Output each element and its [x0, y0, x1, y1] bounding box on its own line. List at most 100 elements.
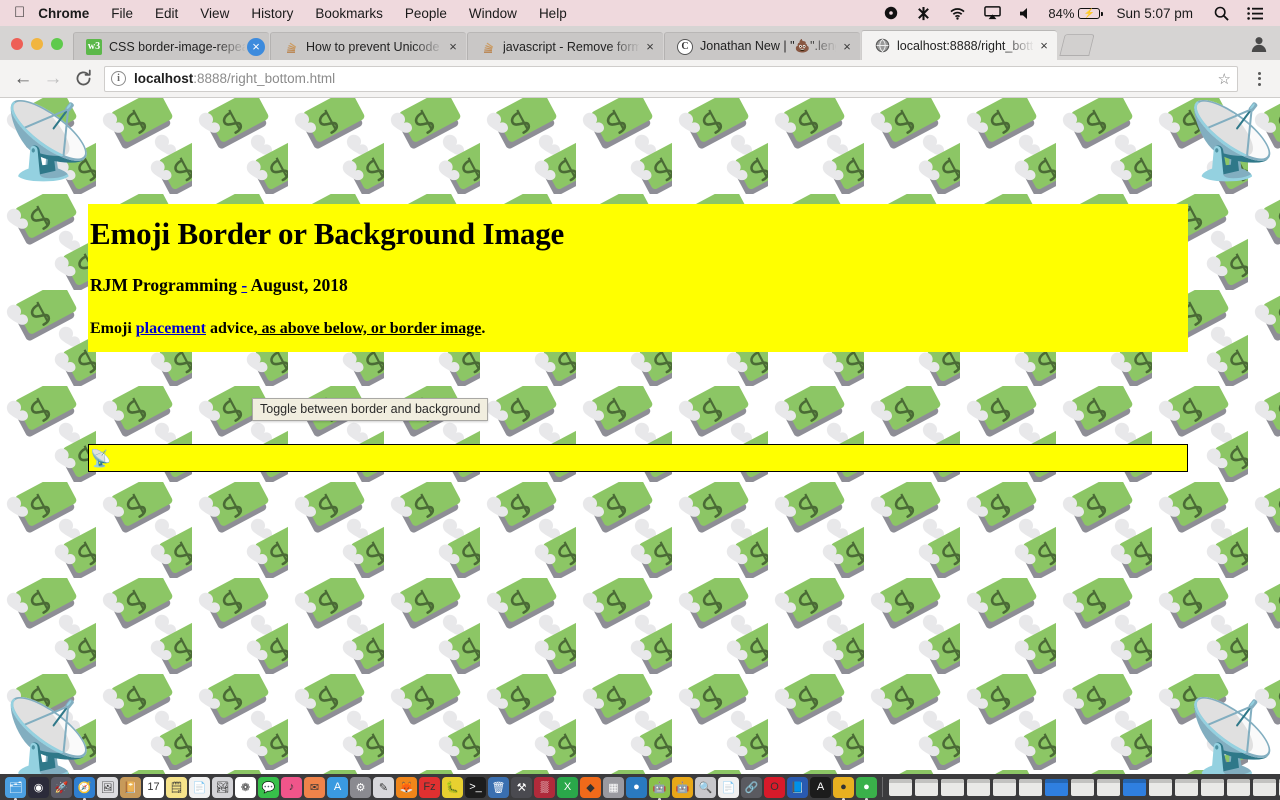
dock-icon-dbase[interactable]: ▒ — [534, 776, 555, 798]
dock-icon-textedit[interactable]: 📄 — [189, 776, 210, 798]
dock-icon-document-app[interactable]: 📄 — [718, 776, 739, 798]
dock-icon-terminal[interactable]: >_ — [465, 776, 486, 798]
dock-minimized-window[interactable] — [1096, 778, 1120, 796]
dock-icon-contacts[interactable]: 📔 — [120, 776, 141, 798]
dock-icon-firefox[interactable]: 🦊 — [396, 776, 417, 798]
forward-arrow-icon[interactable]: → — [38, 64, 68, 94]
reload-icon[interactable] — [68, 64, 98, 94]
dock-icon-itunes[interactable]: ♪ — [281, 776, 302, 798]
record-dot-icon[interactable] — [875, 6, 907, 20]
tab-close-button[interactable]: × — [838, 38, 856, 56]
back-arrow-icon[interactable]: ← — [8, 64, 38, 94]
dock-icon-preview[interactable]: 🖼 — [97, 776, 118, 798]
menu-item-help[interactable]: Help — [528, 6, 578, 21]
dock-minimized-window[interactable] — [1070, 778, 1094, 796]
tab-javascript-remove-formatting[interactable]: javascript - Remove formatting × — [467, 32, 663, 60]
dock-minimized-window[interactable] — [1200, 778, 1224, 796]
dock-icon-ms-office[interactable]: 📘 — [787, 776, 808, 798]
bluetooth-icon[interactable] — [907, 6, 940, 21]
toggle-link[interactable]: as above below, or border image — [258, 320, 482, 337]
paragraph-suffix: . — [481, 319, 486, 337]
dock-icon-graphics-app[interactable]: ✎ — [373, 776, 394, 798]
dock-icon-app-store[interactable]: A — [327, 776, 348, 798]
dock-icon-opera[interactable]: O — [764, 776, 785, 798]
dock-minimized-window[interactable] — [1174, 778, 1198, 796]
tab-how-to-prevent-unicode[interactable]: How to prevent Unicode chara × — [270, 32, 466, 60]
dock-icon-folder-app[interactable]: 🐛 — [442, 776, 463, 798]
dock-icon-chrome-canary[interactable]: ● — [833, 776, 854, 800]
dock-minimized-window[interactable] — [888, 778, 912, 796]
dock-icon-system-prefs[interactable]: ⚙ — [350, 776, 371, 798]
apple-logo-icon[interactable]:  — [0, 5, 38, 20]
search-icon[interactable] — [1205, 6, 1238, 21]
dock-icon-avast[interactable]: ◆ — [580, 776, 601, 798]
dock-icon-acrobat[interactable]: A — [810, 776, 831, 798]
menu-item-chrome[interactable]: Chrome — [38, 6, 100, 21]
address-bar[interactable]: i localhost:8888/right_bottom.html ☆ — [104, 65, 1238, 92]
dock-minimized-window[interactable] — [1044, 778, 1068, 796]
airplay-icon[interactable] — [975, 6, 1010, 20]
menu-item-window[interactable]: Window — [458, 6, 528, 21]
minimize-window-button[interactable] — [31, 38, 43, 50]
dock-icon-utilities[interactable]: ▦ — [603, 776, 624, 798]
bottom-emoji-bar[interactable]: 📡 — [88, 444, 1188, 472]
dock-icon-excel[interactable]: X — [557, 776, 578, 798]
tab-close-button[interactable]: × — [444, 38, 462, 56]
browser-toolbar: ← → i localhost:8888/right_bottom.html ☆ — [0, 60, 1280, 98]
dock-icon-photos-lib[interactable]: 🏞 — [212, 776, 233, 798]
dock-minimized-window[interactable] — [914, 778, 938, 796]
dock-minimized-window[interactable] — [1226, 778, 1250, 796]
profile-avatar-icon[interactable] — [1248, 33, 1270, 55]
dock-icon-siri[interactable]: ◉ — [28, 776, 49, 798]
tab-css-border-image-repeat[interactable]: w3 CSS border-image-repeat pro × — [73, 32, 269, 60]
dock-icon-trash-app[interactable]: 🗑 — [488, 776, 509, 798]
close-window-button[interactable] — [11, 38, 23, 50]
dock-icon-xcode[interactable]: ⚒ — [511, 776, 532, 798]
menu-item-people[interactable]: People — [394, 6, 458, 21]
dock-minimized-window[interactable] — [1252, 778, 1276, 796]
dock-minimized-window[interactable] — [940, 778, 964, 796]
new-tab-button[interactable] — [1059, 34, 1095, 56]
dock-icon-safari[interactable]: 🧭 — [74, 776, 95, 800]
menu-item-file[interactable]: File — [100, 6, 144, 21]
wifi-icon[interactable] — [940, 7, 975, 20]
list-menu-icon[interactable] — [1238, 6, 1272, 20]
menu-item-edit[interactable]: Edit — [144, 6, 189, 21]
dock-icon-photos[interactable]: ❁ — [235, 776, 256, 798]
menu-item-bookmarks[interactable]: Bookmarks — [304, 6, 394, 21]
tab-jonathan-new[interactable]: C Jonathan New | "💩".length = × — [664, 32, 860, 60]
dock-icon-search-app[interactable]: 🔍 — [695, 776, 716, 798]
dock-minimized-window[interactable] — [1148, 778, 1172, 796]
dock-icon-android-studio[interactable]: 🤖 — [649, 776, 670, 800]
dock-icon-chrome[interactable]: ● — [856, 776, 877, 800]
dock-icon-notes[interactable]: 🗒 — [166, 776, 187, 798]
dock-icon-calendar[interactable]: 17 — [143, 776, 164, 798]
menubar-clock[interactable]: Sun 5:07 pm — [1106, 6, 1205, 21]
zoom-window-button[interactable] — [51, 38, 63, 50]
dock-icon-android-sdk[interactable]: 🤖 — [672, 776, 693, 798]
tab-close-button[interactable]: × — [641, 38, 659, 56]
tab-close-button[interactable]: × — [247, 37, 265, 56]
dock-icon-link-app[interactable]: 🔗 — [741, 776, 762, 798]
dock-icon-sphere-app[interactable]: ● — [626, 776, 647, 798]
info-circle-icon[interactable]: i — [111, 71, 126, 86]
dock-minimized-window[interactable] — [1018, 778, 1042, 796]
dock-icon-mail[interactable]: ✉ — [304, 776, 325, 798]
battery-indicator[interactable]: 84% ⚡ — [1042, 6, 1106, 21]
menu-item-view[interactable]: View — [189, 6, 240, 21]
dock-minimized-window[interactable] — [1122, 778, 1146, 796]
dock-icon-launchpad[interactable]: 🚀 — [51, 776, 72, 798]
volume-icon[interactable] — [1010, 7, 1042, 20]
dock-icon-finder[interactable]: 🗂 — [5, 776, 26, 800]
star-icon[interactable]: ☆ — [1218, 70, 1231, 88]
three-dot-menu-icon[interactable] — [1246, 64, 1272, 94]
page-content-block: Emoji Border or Background Image RJM Pro… — [88, 204, 1188, 352]
dock-minimized-window[interactable] — [992, 778, 1016, 796]
menu-item-history[interactable]: History — [240, 6, 304, 21]
tab-localhost-right-bottom[interactable]: localhost:8888/right_bottom.h × — [861, 30, 1057, 60]
dock-icon-messages[interactable]: 💬 — [258, 776, 279, 798]
placement-link[interactable]: placement — [136, 320, 206, 337]
dock-minimized-window[interactable] — [966, 778, 990, 796]
tab-close-button[interactable]: × — [1035, 37, 1053, 55]
dock-icon-filezilla[interactable]: Fz — [419, 776, 440, 798]
